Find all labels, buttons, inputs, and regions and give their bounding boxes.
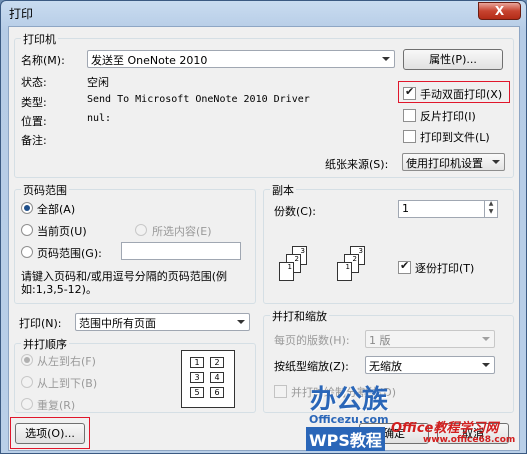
print-what-label: 打印(N): [19,317,62,330]
range-all-label[interactable]: 全部(A) [37,201,75,217]
zoom-group-title: 并打和缩放 [270,308,329,324]
copies-count-label: 份数(C): [274,205,316,218]
page-range-group: 页码范围 全部(A) 当前页(U) 所选内容(E) 页码范围(G): 请键入页码… [14,182,256,304]
properties-button[interactable]: 属性(P)... [403,49,503,70]
reverse-print-checkbox[interactable] [403,109,416,122]
pages-per-sheet-select[interactable]: 1 版 [365,330,495,348]
printer-name-value: 发送至 OneNote 2010 [91,54,208,67]
close-button[interactable]: X [478,2,521,20]
page-range-input[interactable] [121,242,241,260]
range-pages-label[interactable]: 页码范围(G): [37,245,102,261]
chevron-down-icon [237,320,245,324]
dialog-title: 打印 [9,7,34,21]
print-what-select[interactable]: 范围中所有页面 [75,313,250,331]
grid-cell: 6 [210,387,224,398]
range-current-label[interactable]: 当前页(U) [37,223,87,239]
page-range-group-title: 页码范围 [21,182,69,198]
chevron-down-icon [382,57,390,61]
printer-name-select[interactable]: 发送至 OneNote 2010 [87,50,395,68]
order-top-bottom-radio[interactable] [21,376,33,388]
order-grid-illustration: 1 2 3 4 5 6 [181,350,235,408]
scale-value: 无缩放 [369,360,402,373]
pages-per-sheet-label: 每页的版数(H): [274,334,350,347]
watermark-site-name: Office教程学习网 [391,421,499,436]
collate-page-icon: 1 [337,262,352,281]
title-bar: 打印 X [1,1,526,23]
order-group: 并打顺序 从左到右(F) 从上到下(B) 重复(R) 1 2 3 4 5 6 [14,336,256,413]
page-range-hint: 请键入页码和/或用逗号分隔的页码范围(例如:1,3,5-12)。 [21,270,227,296]
status-value: 空闲 [87,76,109,89]
order-top-bottom-label[interactable]: 从上到下(B) [37,375,97,391]
grid-cell: 2 [210,357,224,368]
status-label: 状态: [21,76,47,89]
range-selection-label[interactable]: 所选内容(E) [152,223,212,239]
comment-label: 备注: [21,134,47,147]
manual-duplex-highlight [398,81,510,103]
range-pages-radio[interactable] [21,246,33,258]
printer-group: 打印机 名称(M): 发送至 OneNote 2010 属性(P)... 状态:… [14,31,514,178]
order-repeat-radio[interactable] [21,398,33,410]
collate-checkbox[interactable] [398,259,411,274]
watermark-logo-main: 办公族 [310,385,389,415]
type-value: Send To Microsoft OneNote 2010 Driver [87,94,310,105]
order-group-title: 并打顺序 [21,336,69,352]
dialog-body: 打印机 名称(M): 发送至 OneNote 2010 属性(P)... 状态:… [8,26,520,451]
watermark-wps: WPS教程 [306,427,385,451]
print-dialog: 打印 X 打印机 名称(M): 发送至 OneNote 2010 属性(P)..… [0,0,527,454]
order-left-right-radio[interactable] [21,354,33,366]
copies-count-value: 1 [402,202,409,215]
chevron-down-icon [482,337,490,341]
grid-cell: 5 [190,387,204,398]
grid-cell: 4 [210,372,224,383]
range-all-radio[interactable] [21,202,33,214]
paper-source-select[interactable]: 使用打印机设置 [402,153,505,171]
chevron-down-icon [492,160,500,164]
draw-lines-checkbox[interactable] [274,385,287,398]
range-selection-radio[interactable] [135,224,147,236]
watermark-site-url: www.office68.com [423,435,516,445]
watermark-logo-url: Officezu.com [309,413,389,426]
printer-name-label: 名称(M): [21,54,65,67]
paper-source-label: 纸张来源(S): [325,158,389,171]
pages-per-sheet-value: 1 版 [369,334,391,347]
copies-group: 副本 份数(C): 1 ▲▼ 3 2 1 3 2 1 逐份打印(T) [263,182,514,304]
type-label: 类型: [21,96,47,109]
order-left-right-label[interactable]: 从左到右(F) [37,353,96,369]
location-label: 位置: [21,115,47,128]
grid-cell: 1 [190,357,204,368]
copies-count-input[interactable]: 1 ▲ ▼ [398,200,498,218]
scale-label: 按纸型缩放(Z): [274,360,349,373]
reverse-print-label[interactable]: 反片打印(I) [420,108,476,124]
collate-label[interactable]: 逐份打印(T) [415,260,474,276]
chevron-down-icon [482,363,490,367]
order-repeat-label[interactable]: 重复(R) [37,397,75,413]
copies-group-title: 副本 [270,182,296,198]
printer-group-title: 打印机 [21,31,58,47]
print-what-value: 范围中所有页面 [79,317,156,330]
collate-page-icon: 1 [279,262,294,281]
zoom-group: 并打和缩放 每页的版数(H): 1 版 按纸型缩放(Z): 无缩放 并打时绘制分… [263,308,514,413]
range-current-radio[interactable] [21,224,33,236]
location-value: nul: [87,113,112,124]
print-to-file-label[interactable]: 打印到文件(L) [420,129,490,145]
grid-cell: 3 [190,372,204,383]
options-highlight [10,417,90,449]
paper-source-value: 使用打印机设置 [406,157,483,170]
print-to-file-checkbox[interactable] [403,130,416,143]
copies-spinner[interactable]: ▲ ▼ [484,200,497,218]
scale-select[interactable]: 无缩放 [365,356,495,374]
